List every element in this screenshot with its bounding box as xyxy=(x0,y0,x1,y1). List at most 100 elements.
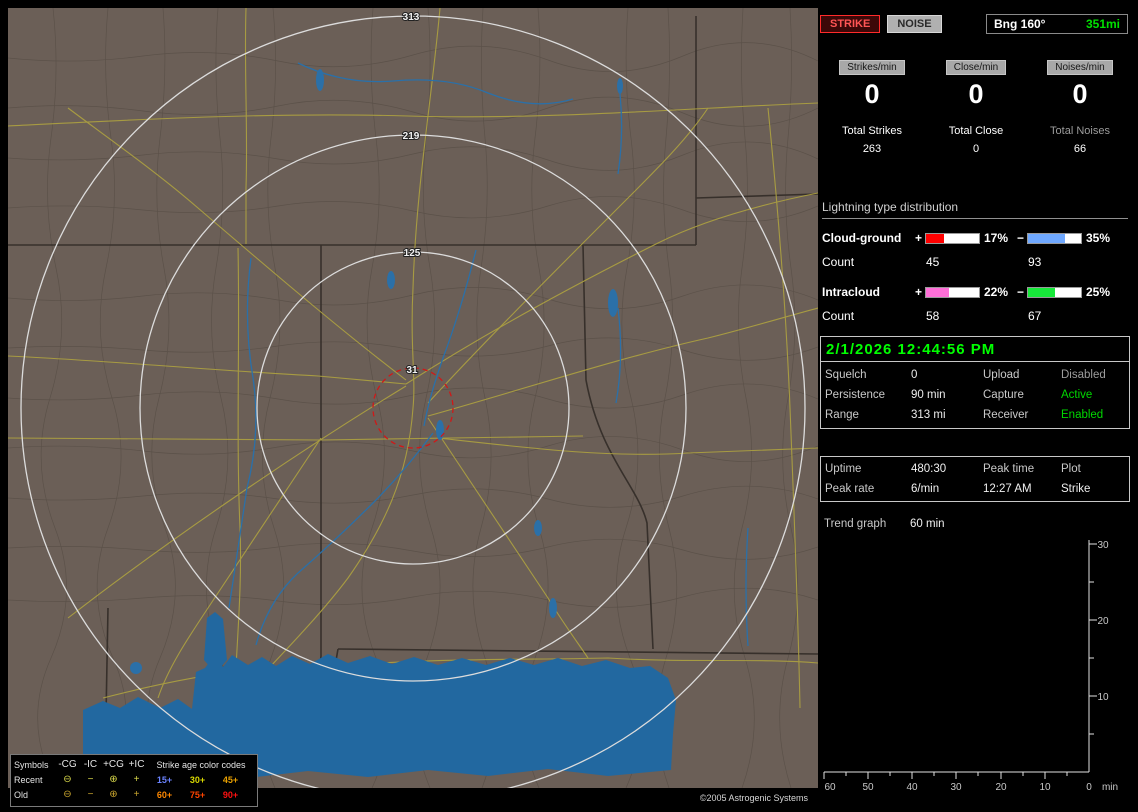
pos-cg-symbol: ⊕ xyxy=(109,774,118,785)
cg-negative-count: 93 xyxy=(1028,255,1042,269)
ring-label-125: 125 xyxy=(404,248,421,259)
copyright-text: ©2005 Astrogenic Systems xyxy=(699,793,808,803)
pos-cg-symbol: ⊕ xyxy=(109,789,118,800)
total-close-value: 0 xyxy=(972,143,980,155)
symbol-col-label: -IC xyxy=(83,759,98,770)
lightning-distribution: Lightning type distribution Cloud-ground… xyxy=(822,200,1128,327)
y-tick-10: 10 xyxy=(1097,692,1109,703)
chart-axes xyxy=(824,540,1090,773)
minus-sign: − xyxy=(1016,231,1024,245)
cg-negative-fill xyxy=(1028,233,1066,243)
close-per-min-value: 0 xyxy=(968,79,984,109)
strikes-per-min-chip[interactable]: Strikes/min xyxy=(839,60,905,75)
app-window: 313 219 125 31 Symbols -CG -IC +CG +IC S… xyxy=(0,0,1138,812)
ic-negative-pct: 25% xyxy=(1086,285,1111,299)
trend-graph-label: Trend graph xyxy=(824,518,887,530)
rate-counters: Strikes/min 0 Total Strikes 263 Close/mi… xyxy=(820,60,1132,155)
age-code: 15+ xyxy=(156,774,173,785)
mode-toolbar: STRIKE NOISE Bng 160° 351mi xyxy=(820,14,1128,34)
legend-header-row: Symbols -CG -IC +CG +IC Strike age color… xyxy=(14,757,254,772)
cg-negative-pct: 35% xyxy=(1086,231,1111,245)
noises-per-min-column: Noises/min 0 Total Noises 66 xyxy=(1028,60,1132,155)
settings-grid: Squelch 0 Upload Disabled Persistence 90… xyxy=(821,362,1129,428)
status-grid: Uptime 480:30 Peak time Plot Peak rate 6… xyxy=(821,457,1129,501)
cg-positive-fill xyxy=(926,233,945,243)
receiver-label: Receiver xyxy=(983,409,1029,421)
cloud-ground-count-row: Count 45 93 xyxy=(822,251,1128,273)
cg-positive-count: 45 xyxy=(926,255,940,269)
cg-negative-bar xyxy=(1027,232,1082,244)
peak-rate-label: Peak rate xyxy=(825,483,875,495)
uptime-status-box: Uptime 480:30 Peak time Plot Peak rate 6… xyxy=(820,456,1130,502)
upload-label: Upload xyxy=(983,369,1020,381)
bearing-distance: 351mi xyxy=(1085,17,1120,31)
symbol-col-label: +IC xyxy=(128,759,145,770)
ic-positive-bar xyxy=(925,286,980,298)
y-tick-30: 30 xyxy=(1097,540,1109,551)
trend-graph-chart: 30 20 10 60 50 40 30 20 10 0 min xyxy=(823,540,1118,793)
age-code: 90+ xyxy=(222,789,239,800)
ring-label-31: 31 xyxy=(406,365,418,376)
strike-toggle-button[interactable]: STRIKE xyxy=(820,15,881,33)
strikes-per-min-column: Strikes/min 0 Total Strikes 263 xyxy=(820,60,924,155)
intracloud-row: Intracloud + 22% − 25% xyxy=(822,281,1128,303)
map-canvas[interactable]: 313 219 125 31 xyxy=(8,8,818,788)
legend-row-label: Recent xyxy=(14,774,43,785)
plus-sign: + xyxy=(914,285,922,299)
peak-rate-value: 6/min xyxy=(911,483,940,495)
x-tick-40: 40 xyxy=(906,782,918,793)
x-tick-60: 60 xyxy=(824,782,836,793)
range-value: 313 mi xyxy=(911,409,946,421)
chart-ticks xyxy=(823,543,1097,779)
ic-positive-pct: 22% xyxy=(984,285,1009,299)
strike-legend: Symbols -CG -IC +CG +IC Strike age color… xyxy=(10,754,258,807)
distribution-title: Lightning type distribution xyxy=(822,200,1128,219)
age-codes-header: Strike age color codes xyxy=(156,759,246,770)
range-label: Range xyxy=(825,409,859,421)
age-code: 75+ xyxy=(189,789,206,800)
legend-row-label: Old xyxy=(14,789,29,800)
x-axis-unit: min xyxy=(1102,782,1118,793)
close-per-min-chip[interactable]: Close/min xyxy=(945,60,1007,75)
persistence-label: Persistence xyxy=(825,389,886,401)
ic-positive-count: 58 xyxy=(926,309,940,323)
squelch-value: 0 xyxy=(911,369,918,381)
status-panel: STRIKE NOISE Bng 160° 351mi Strikes/min … xyxy=(820,0,1132,812)
datetime-display: 2/1/2026 12:44:56 PM xyxy=(821,337,1129,362)
x-tick-10: 10 xyxy=(1039,782,1051,793)
total-strikes-value: 263 xyxy=(862,143,882,155)
legend-row-old: Old ⊖ − ⊕ + 60+ 75+ 90+ xyxy=(14,787,254,802)
age-code: 30+ xyxy=(189,774,206,785)
noise-toggle-button[interactable]: NOISE xyxy=(887,15,942,33)
symbol-col-label: +CG xyxy=(103,759,124,770)
total-close-label: Total Close xyxy=(948,125,1004,137)
count-label: Count xyxy=(822,255,855,269)
capture-label: Capture xyxy=(983,389,1024,401)
count-label: Count xyxy=(822,309,855,323)
persistence-value: 90 min xyxy=(911,389,946,401)
x-tick-30: 30 xyxy=(950,782,962,793)
cg-positive-pct: 17% xyxy=(984,231,1009,245)
neg-ic-symbol: − xyxy=(87,789,94,800)
trend-window-value: 60 min xyxy=(910,518,945,530)
pos-ic-symbol: + xyxy=(133,774,140,785)
strikes-per-min-value: 0 xyxy=(864,79,880,109)
noises-per-min-value: 0 xyxy=(1072,79,1088,109)
plot-value: Strike xyxy=(1061,483,1091,495)
ring-label-313: 313 xyxy=(403,12,420,23)
intracloud-count-row: Count 58 67 xyxy=(822,305,1128,327)
ic-positive-fill xyxy=(926,287,950,297)
upload-status: Disabled xyxy=(1061,369,1106,381)
cloud-ground-label: Cloud-ground xyxy=(822,231,902,245)
intracloud-label: Intracloud xyxy=(822,285,881,299)
ring-label-219: 219 xyxy=(403,131,420,142)
x-tick-20: 20 xyxy=(995,782,1007,793)
cg-positive-bar xyxy=(925,232,980,244)
peak-time-label: Peak time xyxy=(983,463,1035,475)
capture-status: Active xyxy=(1061,389,1093,401)
plot-label: Plot xyxy=(1061,463,1081,475)
noises-per-min-chip[interactable]: Noises/min xyxy=(1047,60,1113,75)
neg-cg-symbol: ⊖ xyxy=(63,774,72,785)
receiver-status: Enabled xyxy=(1061,409,1104,421)
total-strikes-label: Total Strikes xyxy=(842,125,902,137)
